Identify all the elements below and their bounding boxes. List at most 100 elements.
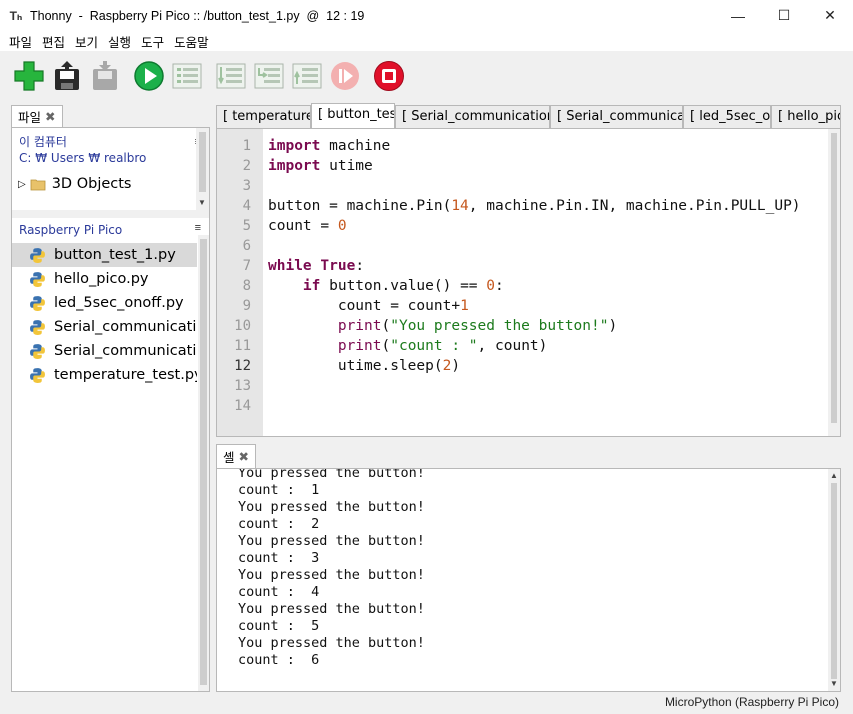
python-file-icon [30,343,45,359]
editor-scrollbar[interactable] [828,129,840,436]
window-title: Thonny - Raspberry Pi Pico :: /button_te… [30,8,365,23]
code-line[interactable]: count = count+1 [268,296,801,316]
shell-panel[interactable]: You pressed the button! count : 1 You pres… [216,468,841,692]
debug-button[interactable] [170,59,204,93]
code-line[interactable]: count = 0 [268,216,801,236]
save-icon [93,61,117,90]
stop-button[interactable] [372,59,406,93]
line-number: 2 [242,158,251,174]
shell-line: You pressed the button! [238,567,425,583]
menu-bar: 파일 편집 보기 실행 도구 도움말 [0,31,853,51]
scroll-down-arrow-icon[interactable]: ▼ [830,679,838,688]
line-number: 3 [242,178,251,194]
shell-line: You pressed the button! [238,601,425,617]
current-path: C: ₩ Users ₩ realbro [19,151,147,165]
line-number: 5 [242,218,251,234]
code-line[interactable]: if button.value() == 0: [268,276,801,296]
files-body: 이 컴퓨터 C: ₩ Users ₩ realbro ≡ ▷ 3D Object… [11,127,210,692]
shell-line: count : 2 [238,516,320,532]
step-out-button[interactable] [290,59,324,93]
thonny-app-icon: Tₕ [9,8,23,23]
folder-icon [30,179,46,191]
python-file-icon [30,319,45,335]
step-over-icon [216,63,246,89]
step-out-icon [292,63,322,89]
code-line[interactable]: print("count : ", count) [268,336,801,356]
device-scrollbar[interactable] [198,235,209,691]
line-number: 7 [242,258,251,274]
tab-serial-communication-1[interactable]: [ Serial_communication_m [395,105,550,128]
shell-scrollbar[interactable]: ▲ ▼ [828,469,840,691]
load-file-button[interactable] [50,59,84,93]
code-area[interactable]: import machineimport utime​button = mach… [268,136,801,416]
line-number-gutter: 1 2 3 4 5 6 7 8 9 10 11 12 13 14 [217,129,263,436]
file-row[interactable]: led_5sec_onoff.py [12,291,197,315]
folder-row-3d-objects[interactable]: ▷ 3D Objects [18,173,131,195]
line-number: 8 [242,278,251,294]
menu-tools[interactable]: 도구 [136,32,169,51]
device-menu-icon[interactable]: ≡ [195,222,201,234]
menu-file[interactable]: 파일 [4,32,37,51]
code-line[interactable]: ​ [268,236,801,256]
maximize-button[interactable]: ☐ [761,0,807,31]
local-scrollbar-thumb[interactable] [199,132,206,192]
step-over-button[interactable] [214,59,248,93]
file-label: led_5sec_onoff.py [54,295,184,311]
minimize-button[interactable]: — [715,0,761,31]
expand-arrow-icon[interactable]: ▷ [18,179,26,190]
scroll-down-arrow-icon[interactable]: ▼ [198,198,206,207]
tab-temperature-test[interactable]: [ temperature_t [216,105,311,128]
close-button[interactable]: ✕ [807,0,853,31]
step-into-icon [254,63,284,89]
code-line[interactable]: import utime [268,156,801,176]
code-line[interactable]: ​ [268,396,801,416]
code-line[interactable]: button = machine.Pin(14, machine.Pin.IN,… [268,196,801,216]
tab-serial-communication-2[interactable]: [ Serial_communicatic [550,105,683,128]
new-file-button[interactable] [12,59,46,93]
code-line[interactable]: while True: [268,256,801,276]
close-icon[interactable]: ✖ [45,109,55,124]
run-button[interactable] [132,59,166,93]
line-number: 9 [242,298,251,314]
tab-led-5sec-onoff[interactable]: [ led_5sec_on [683,105,771,128]
code-line[interactable]: ​ [268,176,801,196]
shell-tab[interactable]: 셸 ✖ [216,444,256,468]
line-number: 4 [242,198,251,214]
file-row[interactable]: hello_pico.py [12,267,197,291]
file-row[interactable]: temperature_test.py [12,363,197,387]
menu-edit[interactable]: 편집 [37,32,70,51]
menu-help[interactable]: 도움말 [169,32,214,51]
interpreter-status[interactable]: MicroPython (Raspberry Pi Pico) [665,695,839,709]
file-row[interactable]: button_test_1.py [12,243,197,267]
shell-line: count : 5 [238,618,320,634]
editor-scrollbar-thumb[interactable] [831,133,837,423]
tab-hello-pico[interactable]: [ hello_pic [771,105,841,128]
shell-output: You pressed the button! count : 1 You pres… [238,469,425,669]
file-row[interactable]: Serial_communication_ [12,339,197,363]
resume-button[interactable] [328,59,362,93]
files-tab-label: 파일 [18,110,42,125]
code-line[interactable]: utime.sleep(2) [268,356,801,376]
resume-icon [331,62,359,90]
tab-button-test[interactable]: [ button_test [311,103,395,128]
menu-run[interactable]: 실행 [103,32,136,51]
line-number: 12 [234,358,251,374]
file-row[interactable]: Serial_communication_ [12,315,197,339]
code-line[interactable]: ​ [268,376,801,396]
python-file-icon [30,247,45,263]
local-scrollbar[interactable]: ▼ [196,128,209,210]
files-tab[interactable]: 파일 ✖ [11,105,63,127]
shell-scrollbar-thumb[interactable] [831,483,837,679]
editor-tab-bar: [ temperature_t [ button_test [ Serial_c… [216,103,841,128]
window-controls: — ☐ ✕ [715,0,853,31]
save-file-button[interactable] [88,59,122,93]
step-into-button[interactable] [252,59,286,93]
close-icon[interactable]: ✖ [239,449,249,464]
menu-view[interactable]: 보기 [70,32,103,51]
code-editor[interactable]: 1 2 3 4 5 6 7 8 9 10 11 12 13 14 import machine import… [216,128,841,437]
code-line[interactable]: print("You pressed the button!") [268,316,801,336]
code-line[interactable]: import machine [268,136,801,156]
device-scrollbar-thumb[interactable] [200,239,207,685]
shell-line: count : 3 [238,550,320,566]
scroll-up-arrow-icon[interactable]: ▲ [830,471,838,480]
